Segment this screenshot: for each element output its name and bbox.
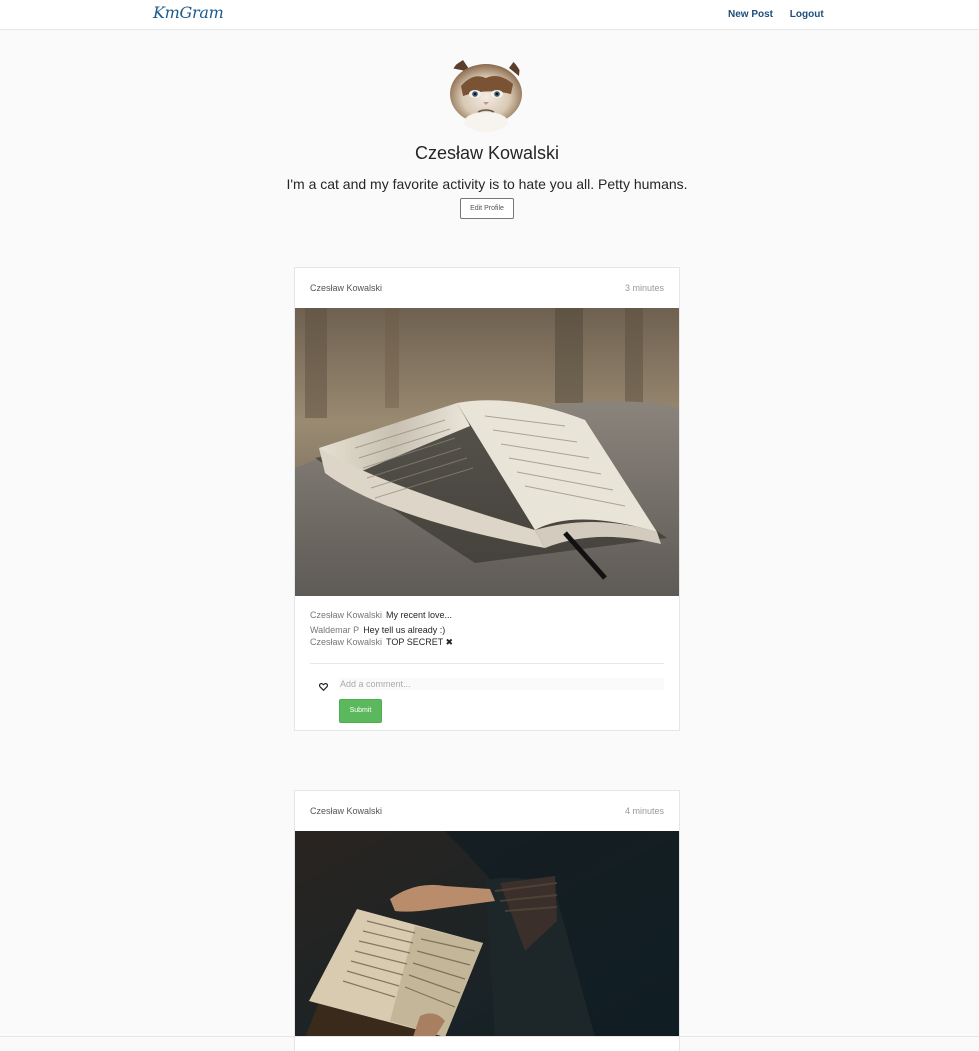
comment-list: Czesław Kowalski My recent love... Waldem… <box>295 596 679 649</box>
nav-links: New Post Logout <box>728 9 824 20</box>
profile-bio: I'm a cat and my favorite activity is to… <box>286 176 688 192</box>
post-time: 4 minutes <box>624 806 664 816</box>
post-header: Czesław Kowalski 4 minutes <box>295 791 679 831</box>
post-author[interactable]: Czesław Kowalski <box>310 283 382 293</box>
post-card: Czesław Kowalski 3 minutes Czesław Kowal… <box>294 267 680 731</box>
post-author[interactable]: Czesław Kowalski <box>310 806 382 816</box>
new-post-link[interactable]: New Post <box>728 9 773 20</box>
logout-link[interactable]: Logout <box>790 9 824 20</box>
submit-button[interactable]: Submit <box>339 698 382 723</box>
post-card: Czesław Kowalski 4 minutes <box>294 790 680 1051</box>
brand-logo[interactable]: KmGram <box>153 3 224 22</box>
edit-profile-button[interactable]: Edit Profile <box>460 198 514 219</box>
comment-text: TOP SECRET ✖ <box>386 637 454 647</box>
avatar <box>447 50 525 132</box>
profile-name: Czesław Kowalski <box>414 143 560 163</box>
post-image[interactable] <box>295 831 679 1037</box>
comment-input[interactable] <box>339 677 664 690</box>
comment: Czesław Kowalski My recent love... <box>310 609 664 622</box>
comment-author[interactable]: Czesław Kowalski <box>310 637 382 647</box>
comment-author[interactable]: Czesław Kowalski <box>310 610 382 620</box>
navbar: KmGram New Post Logout <box>0 0 979 30</box>
heart-icon[interactable] <box>318 678 329 696</box>
comment-text: My recent love... <box>386 610 453 620</box>
post-header: Czesław Kowalski 3 minutes <box>295 268 679 308</box>
comment-form: Submit <box>295 664 679 730</box>
post-time: 3 minutes <box>624 283 664 293</box>
comment: Czesław Kowalski TOP SECRET ✖ <box>310 636 664 649</box>
post-image[interactable] <box>295 308 679 596</box>
comment-author[interactable]: Waldemar P <box>310 625 359 635</box>
comment-text: Hey tell us already :) <box>363 624 446 635</box>
comment: Waldemar P Hey tell us already :) <box>310 624 664 637</box>
